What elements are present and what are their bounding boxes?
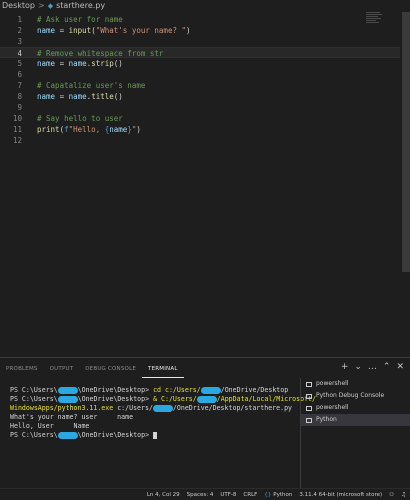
code-line[interactable]: 7 # Capatalize user's name [0, 80, 400, 91]
python-file-icon: ◆ [47, 2, 54, 10]
terminal-list-label: powershell [316, 404, 349, 411]
tab-debug-console[interactable]: DEBUG CONSOLE [79, 358, 142, 378]
tab-problems[interactable]: PROBLEMS [0, 358, 44, 378]
maximize-icon[interactable]: ⌃ [383, 362, 391, 372]
code-line[interactable]: 6 [0, 69, 400, 80]
tab-output[interactable]: OUTPUT [44, 358, 80, 378]
line-number: 2 [17, 26, 22, 35]
breadcrumb-folder[interactable]: Desktop [2, 0, 35, 12]
terminal-line: Hello, User Name [10, 422, 90, 430]
terminal-list-label: powershell [316, 380, 349, 387]
code-text: # Ask user for name [37, 15, 123, 24]
dropdown-icon[interactable]: ⌄ [354, 362, 362, 372]
code-line[interactable]: 12 [0, 135, 400, 146]
editor-scrollbar[interactable] [402, 12, 410, 272]
code-editor[interactable]: 1 # Ask user for name 2 name = input("What'… [0, 13, 410, 353]
line-number: 11 [12, 125, 22, 134]
status-interpreter[interactable]: 3.11.4 64-bit (microsoft store) [299, 492, 382, 498]
code-line[interactable]: 1 # Ask user for name [0, 14, 400, 25]
code-line[interactable]: 3 [0, 36, 400, 47]
code-text: name = name.title() [37, 92, 123, 101]
status-indentation[interactable]: Spaces: 4 [187, 492, 214, 498]
person-icon[interactable]: ⚇ [389, 492, 394, 498]
minimap[interactable] [366, 12, 384, 28]
line-number: 10 [12, 114, 22, 123]
terminal-list-item[interactable]: powershell [301, 378, 410, 390]
line-number: 7 [17, 81, 22, 90]
code-line[interactable]: 9 [0, 102, 400, 113]
terminal-prompt-line: PS C:\Users\ \OneDrive\Desktop> [10, 431, 300, 440]
terminal-line: PS C:\Users\ \OneDrive\Desktop> & C:/User… [10, 395, 316, 403]
code-line[interactable]: 11 print(f"Hello, {name}") [0, 124, 400, 135]
breadcrumb-file[interactable]: starthere.py [56, 0, 105, 12]
redaction-mark [152, 404, 173, 412]
line-number: 8 [17, 92, 22, 101]
tab-terminal[interactable]: TERMINAL [142, 358, 184, 378]
terminal-output[interactable]: PS C:\Users\ \OneDrive\Desktop> cd c:/Use… [10, 386, 316, 440]
redaction-mark [57, 395, 78, 403]
braces-icon: {} [264, 491, 272, 498]
terminal-line: PS C:\Users\ \OneDrive\Desktop> cd c:/Use… [10, 386, 289, 394]
terminal-icon [306, 393, 312, 399]
terminal-list-label: Python Debug Console [316, 392, 385, 399]
terminal-cursor [153, 431, 158, 439]
breadcrumb-separator: > [38, 1, 45, 10]
code-line[interactable]: 5 name = name.strip() [0, 58, 400, 69]
code-line[interactable]: 8 name = name.title() [0, 91, 400, 102]
status-encoding[interactable]: UTF-8 [220, 492, 236, 498]
terminal-list-item[interactable]: Python [301, 414, 410, 426]
redaction-mark [57, 431, 78, 439]
line-number: 12 [12, 136, 22, 145]
code-text: print(f"Hello, {name}") [37, 125, 141, 134]
terminal-icon [306, 381, 312, 387]
terminal-line: WindowsApps/python3.11.exe c:/Users//One… [10, 404, 293, 412]
new-terminal-icon[interactable]: + [341, 362, 349, 372]
terminal-list: powershell Python Debug Console powershell… [300, 378, 410, 488]
terminal-icon [306, 405, 312, 411]
code-text: # Say hello to user [37, 114, 123, 123]
close-icon[interactable]: ✕ [396, 362, 404, 372]
terminal-list-label: Python [316, 416, 337, 423]
line-number: 3 [17, 37, 22, 46]
status-cursor-position[interactable]: Ln 4, Col 29 [147, 492, 180, 498]
terminal-line: What's your name? user name [10, 413, 134, 421]
code-text: name = name.strip() [37, 59, 123, 68]
redaction-mark [200, 386, 221, 394]
terminal-icon [306, 417, 312, 423]
panel-actions: + ⌄ … ⌃ ✕ [341, 362, 404, 372]
redaction-mark [57, 386, 78, 394]
line-number: 9 [17, 103, 22, 112]
redaction-mark [196, 395, 217, 403]
status-eol[interactable]: CRLF [243, 492, 257, 498]
code-line[interactable]: 4 # Remove whitespace from str [0, 47, 400, 58]
bell-icon[interactable]: ♫ [401, 492, 406, 498]
code-text: # Capatalize user's name [37, 81, 146, 90]
line-number: 1 [17, 15, 22, 24]
terminal-list-item[interactable]: powershell [301, 402, 410, 414]
bottom-panel: PROBLEMS OUTPUT DEBUG CONSOLE TERMINAL + ⌄ … ⌃… [0, 357, 410, 488]
code-line[interactable]: 2 name = input("What's your name? ") [0, 25, 400, 36]
more-icon[interactable]: … [368, 362, 377, 372]
status-bar: Ln 4, Col 29 Spaces: 4 UTF-8 CRLF {} Pyth… [0, 488, 410, 500]
panel-tabs: PROBLEMS OUTPUT DEBUG CONSOLE TERMINAL [0, 358, 300, 378]
terminal-list-item[interactable]: Python Debug Console [301, 390, 410, 402]
code-line[interactable]: 10 # Say hello to user [0, 113, 400, 124]
code-text: name = input("What's your name? ") [37, 26, 191, 35]
status-language[interactable]: {} Python [264, 492, 292, 498]
breadcrumb: Desktop > ◆ starthere.py [0, 0, 410, 12]
line-number: 5 [17, 59, 22, 68]
line-number: 6 [17, 70, 22, 79]
